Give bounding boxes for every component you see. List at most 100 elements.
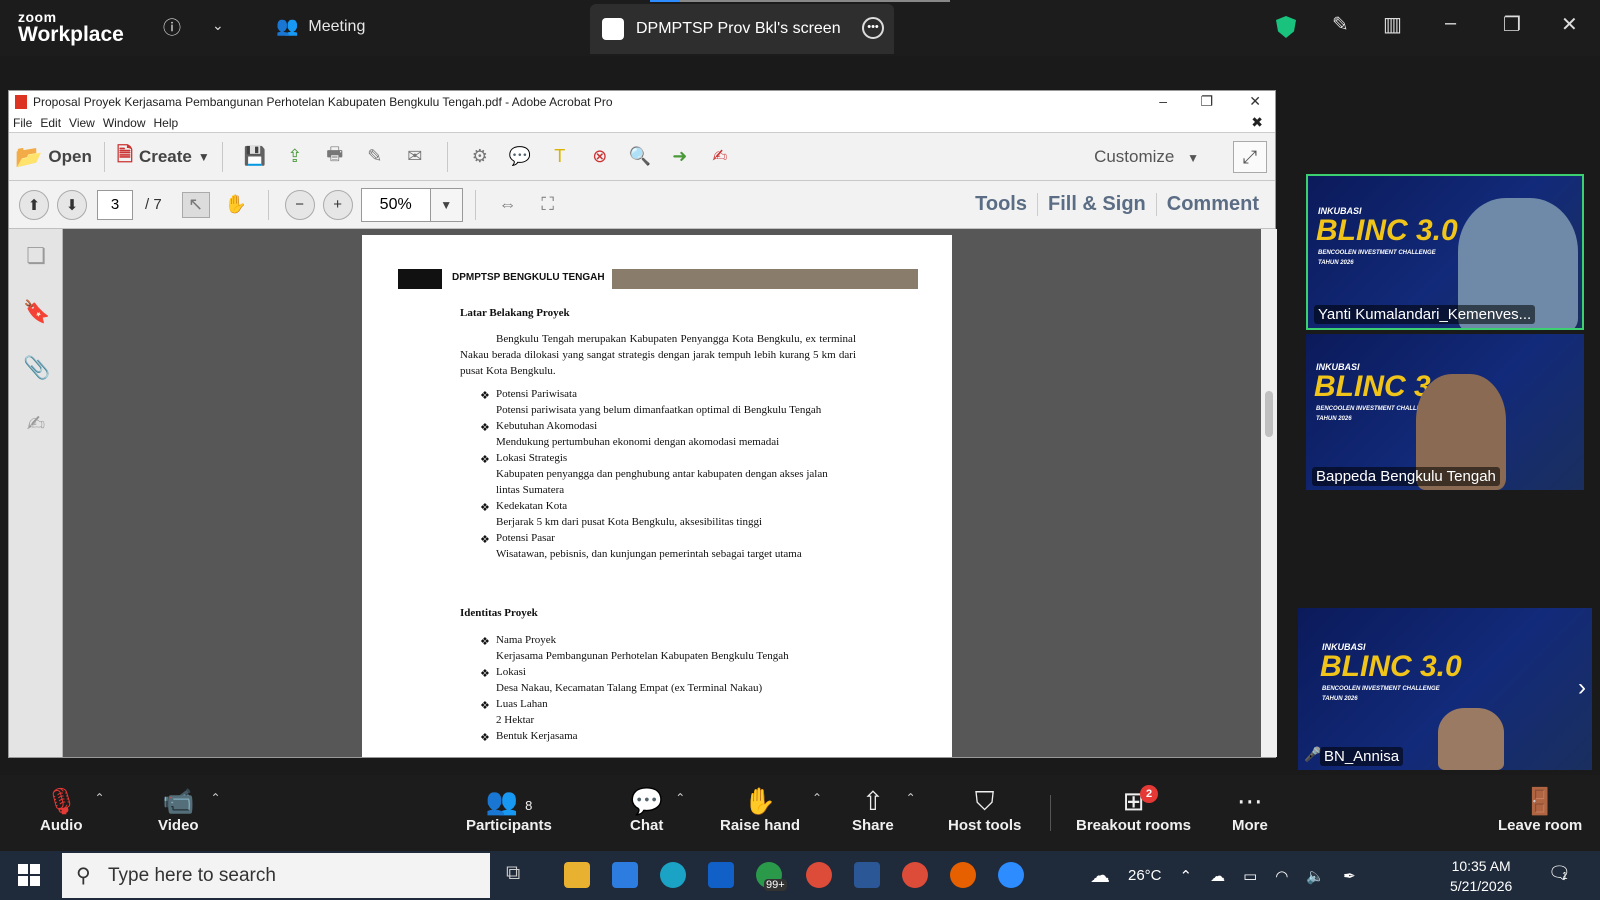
next-page-button[interactable]: ⬇ (57, 189, 87, 220)
delete-page-icon[interactable]: ⊗ (586, 144, 614, 170)
chevron-up-icon[interactable]: ⌃ (675, 791, 685, 805)
upload-cloud-icon[interactable]: ⇪ (281, 144, 309, 170)
edit-document-icon[interactable]: ✎ (361, 144, 389, 170)
participant-tile[interactable]: INKUBASI BLINC 3.0 BENCOOLEN INVESTMENT … (1298, 608, 1592, 770)
bookmark-icon[interactable]: 🔖 (23, 299, 50, 325)
taskbar-search-box[interactable]: ⚲ Type here to search (62, 853, 490, 898)
more-options-icon[interactable]: ••• (862, 17, 884, 39)
audio-button[interactable]: 🎙 Audio ⌃ (40, 785, 105, 834)
attachment-icon[interactable]: 📎 (23, 355, 50, 381)
zoom-dropdown-icon[interactable]: ▼ (430, 187, 463, 222)
info-icon[interactable]: ⓘ (163, 14, 181, 40)
comment-bubble-icon[interactable]: 💬 (506, 144, 534, 170)
store-icon[interactable] (612, 862, 638, 888)
windows-taskbar: ⚲ Type here to search ⧉ 99+ ☁ 26°C ⌃ ☁ ▭… (0, 851, 1600, 900)
zoom-in-button[interactable]: + (322, 189, 353, 220)
close-document-icon[interactable]: ✖ (1251, 114, 1271, 131)
create-button[interactable]: 🗎 Create ▼ (117, 140, 210, 174)
wifi-icon[interactable]: ◠ (1275, 867, 1288, 885)
onedrive-icon[interactable]: ☁ (1210, 867, 1225, 885)
tab-comment[interactable]: Comment (1155, 193, 1269, 216)
layout-icon[interactable]: ▥ (1383, 12, 1402, 37)
fit-page-icon[interactable]: ⛶ (534, 192, 562, 218)
highlight-text-icon[interactable]: T (546, 144, 574, 170)
menu-edit[interactable]: Edit (40, 116, 69, 130)
task-view-icon[interactable]: ⧉ (506, 862, 532, 888)
chevron-up-icon[interactable]: ⌃ (94, 791, 104, 805)
outlook-icon[interactable] (708, 862, 734, 888)
vertical-scrollbar[interactable] (1261, 229, 1277, 757)
screen-share-tab[interactable]: DPMPTSP Prov Bkl's screen ••• (590, 4, 894, 54)
restore-icon[interactable]: ❐ (1503, 12, 1521, 37)
pages-panel-icon[interactable]: ❏ (23, 243, 49, 269)
fullscreen-icon[interactable]: ⤢ (1233, 141, 1267, 173)
word-icon[interactable] (854, 862, 880, 888)
settings-gear-icon[interactable]: ⚙ (466, 144, 494, 170)
find-icon[interactable]: 🔍 (626, 144, 654, 170)
bullet-desc: Berjarak 5 km dari pusat Kota Bengkulu, … (496, 516, 763, 528)
close-icon[interactable]: ✕ (1249, 93, 1261, 110)
volume-icon[interactable]: 🔈 (1306, 867, 1325, 885)
tab-fill-sign[interactable]: Fill & Sign (1036, 193, 1156, 216)
menu-file[interactable]: File (13, 116, 40, 130)
export-icon[interactable]: ➜ (666, 144, 694, 170)
select-cursor-icon[interactable]: ↖ (181, 191, 210, 218)
open-button[interactable]: 📂 Open (15, 144, 92, 170)
minimize-icon[interactable]: – (1159, 93, 1167, 109)
participant-tile-active-speaker[interactable]: INKUBASI BLINC 3.0 BENCOOLEN INVESTMENT … (1306, 174, 1584, 330)
previous-page-button[interactable]: ⬆ (19, 189, 49, 220)
section-title-background: Latar Belakang Proyek (460, 307, 570, 319)
menu-view[interactable]: View (69, 116, 103, 130)
restore-icon[interactable]: ❐ (1200, 93, 1213, 110)
security-shield-icon[interactable] (1276, 16, 1296, 38)
edge-icon[interactable] (660, 862, 686, 888)
print-icon[interactable]: 🖶 (321, 144, 349, 170)
zoom-out-button[interactable]: − (284, 189, 315, 220)
chat-button[interactable]: 💬 Chat ⌃ (630, 785, 685, 834)
page-number-input[interactable] (97, 189, 133, 220)
host-tools-button[interactable]: ⛉ Host tools (948, 785, 1021, 834)
menu-help[interactable]: Help (154, 116, 187, 130)
breakout-rooms-button[interactable]: ⊞ Breakout rooms (1076, 785, 1191, 834)
pen-icon[interactable]: ✒ (1343, 867, 1356, 885)
email-icon[interactable]: ✉ (401, 144, 429, 170)
fit-width-icon[interactable]: ⇔ (494, 192, 522, 218)
save-icon[interactable]: 💾 (241, 144, 269, 170)
close-icon[interactable]: ✕ (1561, 12, 1578, 37)
hand-tool-icon[interactable]: ✋ (222, 192, 250, 218)
sign-icon[interactable]: ✍ (706, 144, 734, 170)
weather-icon[interactable]: ☁ (1090, 863, 1110, 888)
participants-button[interactable]: 👥 8 Participants (466, 785, 552, 834)
firefox-icon[interactable] (950, 862, 976, 888)
zoom-level-input[interactable] (360, 187, 431, 222)
scrollbar-thumb[interactable] (1265, 391, 1273, 437)
chevron-up-icon[interactable]: ⌃ (812, 791, 822, 805)
leave-room-button[interactable]: 🚪 Leave room (1498, 785, 1582, 834)
participant-tile[interactable]: INKUBASI BLINC 3.0 BENCOOLEN INVESTMENT … (1306, 334, 1584, 490)
meeting-tab[interactable]: 👥 Meeting (276, 16, 365, 37)
file-explorer-icon[interactable] (564, 862, 590, 888)
menu-window[interactable]: Window (103, 116, 154, 130)
tab-tools[interactable]: Tools (965, 193, 1037, 216)
search-icon: ⚲ (76, 865, 91, 887)
raise-hand-button[interactable]: ✋ Raise hand ⌃ (720, 785, 822, 834)
windows-start-icon[interactable] (18, 864, 40, 886)
video-button[interactable]: 📹 Video ⌃ (158, 785, 221, 834)
more-button[interactable]: ⋯ More (1232, 785, 1268, 834)
weather-temp[interactable]: 26°C (1128, 867, 1162, 884)
minimize-icon[interactable]: – (1445, 12, 1456, 35)
pencil-icon[interactable]: ✎ (1332, 12, 1349, 37)
customize-button[interactable]: Customize ▼ (1094, 147, 1199, 167)
chrome-profile-icon[interactable] (902, 862, 928, 888)
chevron-up-icon[interactable]: ⌃ (211, 791, 221, 805)
chevron-right-icon[interactable]: › (1578, 674, 1586, 702)
chevron-up-icon[interactable]: ⌃ (906, 791, 916, 805)
share-button[interactable]: ⇧ Share ⌃ (852, 785, 916, 834)
chevron-down-icon[interactable]: ⌄ (212, 17, 224, 34)
chrome-icon[interactable] (806, 862, 832, 888)
zoom-app-icon[interactable] (998, 862, 1024, 888)
taskbar-clock[interactable]: 10:35 AM 5/21/2026 (1450, 856, 1512, 896)
chevron-up-icon[interactable]: ⌃ (1180, 867, 1193, 885)
signature-panel-icon[interactable]: ✍ (23, 411, 49, 437)
battery-icon[interactable]: ▭ (1243, 867, 1257, 885)
